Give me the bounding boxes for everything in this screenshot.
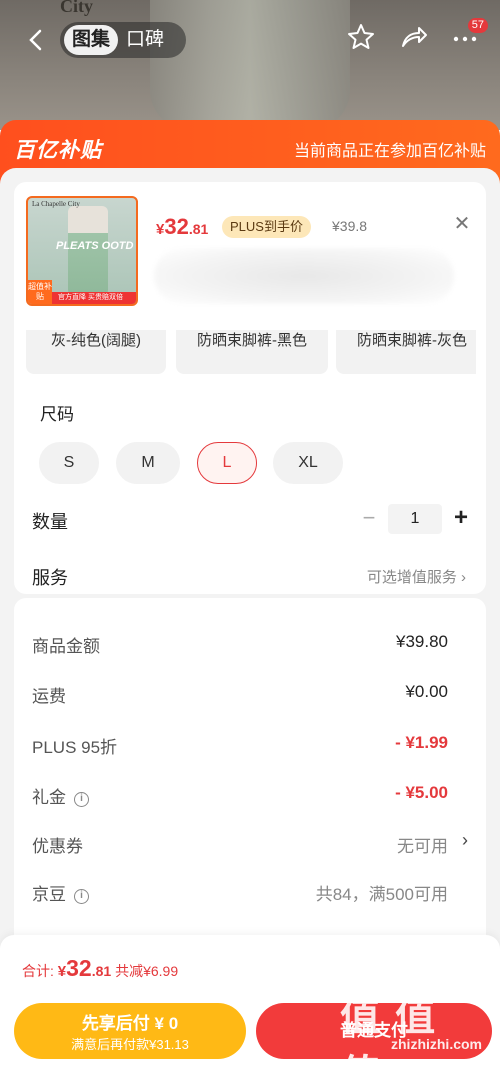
info-icon[interactable]: i <box>74 792 89 807</box>
back-icon[interactable] <box>22 26 50 54</box>
subsidy-logo: 百亿补贴 <box>14 139 102 162</box>
purchase-sheet: La Chapelle City PLEATS OOTD 超值补贴 官方直降 买… <box>0 168 500 1065</box>
subsidy-note: 当前商品正在参加百亿补贴 <box>293 143 486 160</box>
cost-name: 礼金 i <box>32 783 89 808</box>
quantity-increase-button[interactable]: + <box>450 504 472 532</box>
pay-later-subtitle: 满意后再付款¥31.13 <box>71 1037 189 1052</box>
photo-caption: City <box>60 0 93 16</box>
gallery-tabs: 图集 口碑 <box>60 22 186 58</box>
header-actions <box>346 22 480 52</box>
thumbnail-title: PLEATS OOTD <box>56 240 134 252</box>
pay-later-button[interactable]: 先享后付 ¥ 0 满意后再付款¥31.13 <box>14 1003 246 1059</box>
cost-value: 共84，满500可用 <box>315 885 448 904</box>
site-watermark: 值 值 值 zhizhizhi.com <box>340 984 490 1065</box>
jingdou-label: 京豆 <box>32 885 66 904</box>
blurred-product-name <box>154 248 454 304</box>
thumbnail-strip: 官方直降 买贵赔双倍 <box>52 292 136 304</box>
watermark-url: zhizhizhi.com <box>391 1036 482 1052</box>
product-photo-background: City <box>0 0 500 130</box>
size-label: 尺码 <box>40 405 74 424</box>
order-total: 合计: ¥32.81 共减¥6.99 <box>22 955 178 982</box>
message-count-badge: 57 <box>467 18 488 33</box>
original-price: ¥39.8 <box>332 218 368 234</box>
cost-name: 运费 <box>32 687 66 706</box>
size-option-m[interactable]: M <box>116 442 180 484</box>
cost-value: - ¥1.99 <box>395 733 448 752</box>
cost-value: - ¥5.00 <box>395 783 448 802</box>
service-selector[interactable]: 可选增值服务 › <box>367 566 466 587</box>
price-decimal: .81 <box>188 221 209 237</box>
product-card: La Chapelle City PLEATS OOTD 超值补贴 官方直降 买… <box>14 182 486 594</box>
size-option-xl[interactable]: XL <box>273 442 343 484</box>
size-option-l[interactable]: L <box>197 442 257 484</box>
cost-name: 优惠券 <box>32 837 83 856</box>
total-decimal: .81 <box>91 963 112 979</box>
star-icon[interactable] <box>346 22 376 52</box>
chevron-right-icon: › <box>462 830 468 850</box>
cost-row-subtotal: 商品金额 ¥39.80 <box>14 630 486 660</box>
cost-row-coupon[interactable]: 优惠券 无可用 › <box>14 830 486 860</box>
tab-reviews[interactable]: 口碑 <box>118 25 172 55</box>
current-price: ¥32.81 <box>156 214 208 240</box>
product-photo-figure <box>150 0 350 130</box>
tab-gallery[interactable]: 图集 <box>64 25 119 55</box>
cost-value: 无可用 <box>397 837 448 856</box>
color-option[interactable]: 防晒束脚裤-黑色 <box>176 330 328 374</box>
thumbnail-subsidy-tag: 超值补贴 <box>28 280 52 304</box>
cost-value: ¥0.00 <box>405 682 448 701</box>
cost-value: ¥39.80 <box>396 632 448 651</box>
cost-name: PLUS 95折 <box>32 738 118 757</box>
total-symbol: ¥ <box>57 963 67 980</box>
close-icon[interactable]: ✕ <box>450 212 474 236</box>
plus-price-tag: PLUS到手价 <box>222 216 311 238</box>
cost-name: 京豆 i <box>32 880 89 905</box>
total-label: 合计: <box>22 963 58 979</box>
pay-later-title: 先享后付 ¥ 0 <box>81 1014 179 1033</box>
cost-row-plus-discount: PLUS 95折 - ¥1.99 <box>14 731 486 761</box>
cost-name: 商品金额 <box>32 637 100 656</box>
price-integer: 32 <box>164 214 189 239</box>
quantity-input[interactable]: 1 <box>388 504 442 534</box>
cost-row-jingdou[interactable]: 京豆 i 共84，满500可用 <box>14 878 486 908</box>
product-thumbnail[interactable]: La Chapelle City PLEATS OOTD 超值补贴 官方直降 买… <box>26 196 138 306</box>
total-integer: 32 <box>66 955 92 981</box>
color-options: 灰-纯色(阔腿) 防晒束脚裤-黑色 防晒束脚裤-灰色 <box>26 330 476 374</box>
thumbnail-brand: La Chapelle City <box>32 200 80 208</box>
cost-row-shipping: 运费 ¥0.00 <box>14 680 486 710</box>
cost-row-gift-money[interactable]: 礼金 i - ¥5.00 <box>14 781 486 811</box>
info-icon[interactable]: i <box>74 889 89 904</box>
share-icon[interactable] <box>398 22 428 52</box>
quantity-decrease-button[interactable]: − <box>358 506 380 530</box>
gift-money-label: 礼金 <box>32 788 66 807</box>
total-discount: 共减¥6.99 <box>111 963 179 979</box>
quantity-label: 数量 <box>32 512 68 532</box>
color-option[interactable]: 防晒束脚裤-灰色 <box>336 330 476 374</box>
watermark-logo: 值 值 值 <box>340 995 438 1065</box>
color-option[interactable]: 灰-纯色(阔腿) <box>26 330 166 374</box>
service-label: 服务 <box>32 568 68 588</box>
size-option-s[interactable]: S <box>39 442 99 484</box>
